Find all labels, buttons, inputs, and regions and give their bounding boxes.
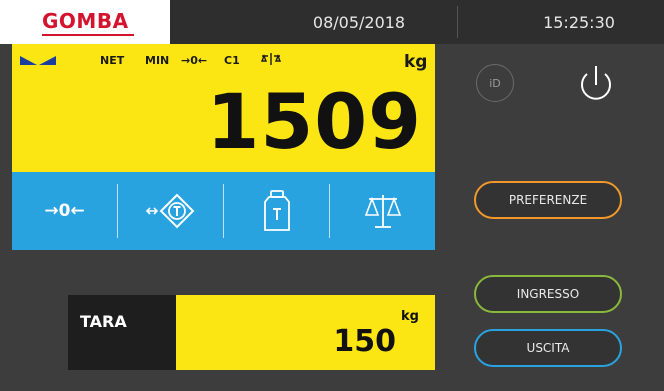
zero-label: →0← — [44, 201, 85, 221]
motion-indicator-icon — [260, 53, 282, 65]
tare-unit: kg — [401, 309, 419, 324]
tare-label: TARA — [80, 312, 127, 331]
weight-value: 1509 — [206, 77, 422, 166]
zero-indicator: →0← — [181, 54, 208, 67]
zero-button[interactable]: →0← — [12, 172, 117, 250]
stable-indicator-icon — [20, 56, 56, 65]
weight-tare-icon — [263, 190, 290, 231]
id-button[interactable]: iD — [476, 64, 514, 102]
date-display: 08/05/2018 — [312, 13, 406, 32]
preferences-button[interactable]: PREFERENZE — [474, 181, 622, 219]
weight-unit: kg — [404, 52, 428, 72]
tare-button[interactable] — [118, 172, 223, 250]
top-bar: GOMBA 08/05/2018 15:25:30 — [0, 0, 664, 44]
weight-panel: NET MIN →0← C1 kg 1509 — [12, 44, 435, 172]
logo-underline — [42, 34, 134, 36]
net-indicator: NET — [100, 54, 125, 67]
tare-label-box: TARA — [68, 295, 176, 370]
gomba-logo: GOMBA — [42, 9, 129, 33]
logo-area: GOMBA — [0, 0, 170, 44]
power-button[interactable] — [571, 58, 621, 108]
entry-button[interactable]: INGRESSO — [474, 275, 622, 313]
tare-value-box: 150 kg — [176, 295, 435, 370]
function-bar: →0← — [12, 172, 435, 250]
time-display: 15:25:30 — [543, 13, 615, 32]
preset-tare-button[interactable] — [224, 172, 329, 250]
header-divider — [457, 6, 458, 38]
min-indicator: MIN — [145, 54, 170, 67]
exit-button[interactable]: USCITA — [474, 329, 622, 367]
channel-indicator: C1 — [224, 54, 240, 67]
tare-diamond-icon — [145, 193, 194, 229]
power-icon — [581, 66, 611, 100]
tare-value: 150 — [333, 324, 396, 359]
balance-scale-icon — [364, 195, 401, 228]
scale-button[interactable] — [330, 172, 435, 250]
